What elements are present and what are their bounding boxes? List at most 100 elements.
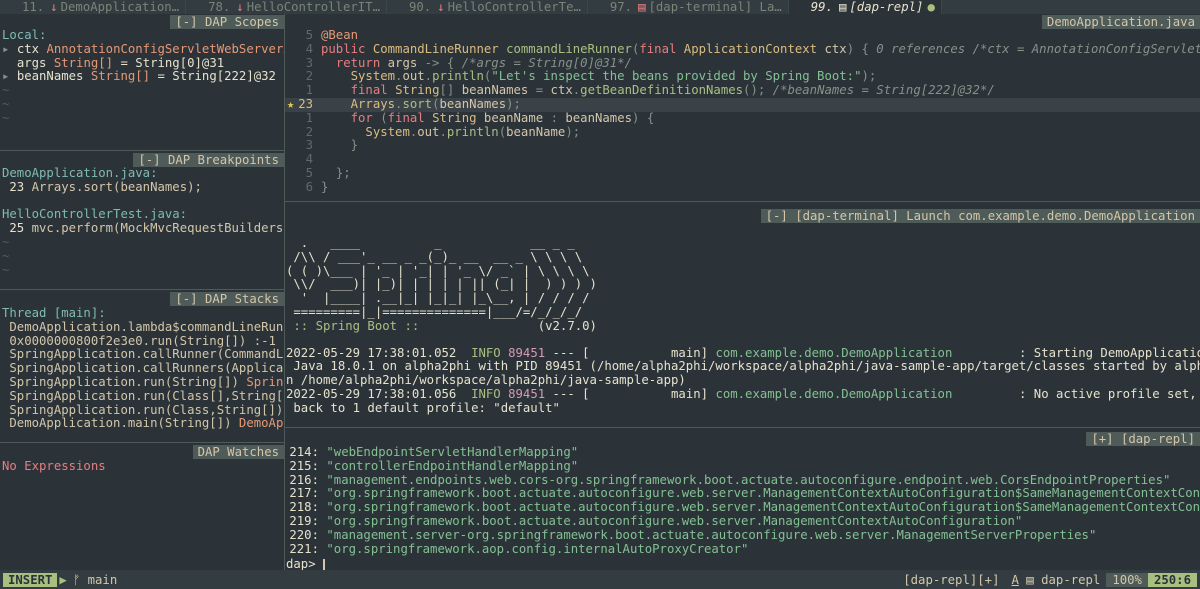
breakpoint-file[interactable]: DemoApplication.java: [2, 167, 284, 181]
tab-number: 97. [609, 0, 633, 14]
code-line[interactable]: 4 public CommandLineRunner commandLineRun… [285, 43, 1200, 57]
stack-frame[interactable]: SpringApplication.run(Class,String[]) S [2, 404, 284, 418]
repl-entry[interactable]: 219: "org.springframework.boot.actuate.a… [285, 515, 1200, 529]
code-line[interactable]: 3 } [285, 139, 1200, 153]
current-line[interactable]: ★ 23 Arrays.sort(beanNames); [285, 97, 1200, 112]
repl-entry[interactable]: 220: "management.server-org.springframew… [285, 529, 1200, 543]
log-timestamp: 2022-05-29 17:38:01.056 [286, 387, 457, 401]
code-line[interactable]: 5 }; [285, 167, 1200, 181]
filetype-icon: A [1011, 572, 1019, 587]
line-number: 1 [305, 84, 313, 98]
breakpoint-file[interactable]: HelloControllerTest.java: [2, 208, 284, 222]
code-line[interactable]: 1 final String[] beanNames = ctx.getBean… [285, 84, 1200, 98]
tab-4[interactable]: 97. ▤ [dap-terminal] La… [588, 0, 789, 14]
line-number: 3 [305, 56, 313, 70]
code-line[interactable]: 2 System.out.println("Let's inspect the … [285, 70, 1200, 84]
dap-terminal-pane[interactable]: [-] [dap-terminal] Launch com.example.de… [285, 203, 1200, 427]
repl-value: "org.springframework.aop.config.internal… [326, 542, 749, 556]
dap-stacks-panel[interactable]: [-] DAP Stacks Thread [main]: DemoApplic… [0, 291, 284, 439]
dap-repl-pane[interactable]: [+] [dap-repl] 214: "webEndpointServletH… [285, 429, 1200, 570]
empty-line-marker: ~ [2, 97, 10, 111]
code-line[interactable]: 6} [285, 181, 1200, 195]
repl-entry[interactable]: 218: "org.springframework.boot.actuate.a… [285, 501, 1200, 515]
log-pid: 89451 [508, 387, 546, 401]
code-line[interactable]: 3 return args -> { /*args = String[0]@31… [285, 57, 1200, 71]
log-message: : No active profile set, falling [1018, 387, 1197, 401]
code-line[interactable]: 2 System.out.println(beanName); [285, 126, 1200, 140]
divider [285, 427, 1200, 428]
filetype-name: dap-repl [1041, 572, 1101, 587]
code-text: } [350, 139, 359, 153]
tab-number: 90. [408, 0, 432, 14]
log-level: INFO [471, 387, 501, 401]
watches-empty-text: No Expressions [2, 460, 106, 473]
stack-frame[interactable]: SpringApplication.run(String[]) SpringA [2, 376, 284, 390]
log-class: com.example.demo.DemoApplication [715, 346, 953, 360]
code-line[interactable]: 5 @Bean [285, 29, 1200, 43]
code-text: return args -> { [335, 56, 455, 70]
file-icon: ▤ [1026, 572, 1034, 587]
dap-scopes-panel[interactable]: [-] DAP Scopes Local: ▸ ctx AnnotationCo… [0, 14, 284, 154]
modified-indicator-icon: ● [927, 0, 935, 14]
breakpoint-entry[interactable]: 25 mvc.perform(MockMvcRequestBuilders.g [2, 222, 284, 236]
virtual-text: /*args = String[0]@31*/ [454, 56, 632, 70]
log-line: 2022-05-29 17:38:01.056 INFO 89451 --- [… [286, 388, 1200, 402]
tab-file-icon: ↓ [50, 0, 58, 14]
empty-line-marker: ~ [2, 249, 10, 263]
repl-entry[interactable]: 217: "org.springframework.boot.actuate.a… [285, 487, 1200, 501]
spring-boot-version-line: :: Spring Boot :: (v2.7.0) [286, 320, 1200, 334]
breakpoint-entry[interactable]: 23 Arrays.sort(beanNames); [2, 181, 284, 195]
breakpoint-code: mvc.perform(MockMvcRequestBuilders.g [31, 222, 284, 236]
virtual-text: /*beanNames = String[222]@32*/ [765, 84, 995, 98]
tab-file-icon: ↓ [437, 0, 445, 14]
scope-variable[interactable]: ▸ beanNames String[] = String[222]@32 [2, 70, 284, 84]
log-continuation: Java 18.0.1 on alpha2phi with PID 89451 … [286, 360, 1200, 374]
tab-number: 11. [22, 0, 45, 14]
line-number: 2 [305, 125, 313, 139]
variable-value: = String[0]@31 [113, 56, 225, 70]
dap-watches-panel[interactable]: DAP Watches No Expressions [0, 444, 284, 570]
code-text: public CommandLineRunner commandLineRunn… [321, 42, 869, 56]
variable-name: ctx [16, 42, 40, 56]
repl-entry[interactable]: 216: "management.endpoints.web.cors-org.… [285, 474, 1200, 488]
scroll-percent: 100% [1106, 572, 1148, 587]
repl-entry[interactable]: 214: "webEndpointServletHandlerMapping" [285, 446, 1200, 460]
tab-5[interactable]: 99. ▤ [dap-repl] ● [788, 0, 942, 14]
repl-prompt-line[interactable]: dap> [286, 558, 326, 570]
tab-1[interactable]: 11. ↓ DemoApplication… [0, 0, 187, 14]
log-line: n /home/alpha2phi/workspace/alpha2phi/ja… [286, 374, 1200, 388]
repl-index: 218: [289, 501, 319, 515]
code-text: Arrays.sort(beanNames); [350, 97, 521, 111]
line-number: 5 [305, 166, 313, 180]
banner-line: /\\ / ___'_ __ _ _(_)_ __ __ _ \ \ \ \ [286, 250, 583, 264]
empty-line-marker: ~ [2, 111, 10, 125]
stack-frame[interactable]: DemoApplication.main(String[]) DemoAppl [2, 417, 284, 431]
empty-line-marker: ~ [2, 235, 10, 249]
tab-3[interactable]: 90. ↓ HelloControllerTe… [387, 0, 588, 14]
scope-variable[interactable]: ▸ ctx AnnotationConfigServletWebServerA [2, 43, 284, 57]
dap-scopes-title: [-] DAP Scopes [170, 15, 284, 29]
stack-frame[interactable]: SpringApplication.callRunners(Applicati [2, 362, 284, 376]
stack-frame[interactable]: SpringApplication.run(Class[],String[]) [2, 390, 284, 404]
tab-number: 99. [810, 0, 833, 14]
editor-pane[interactable]: DemoApplication.java 5 @Bean 4 public Comma… [285, 14, 1200, 200]
spring-boot-version: (v2.7.0) [426, 319, 597, 333]
code-text: for (final String beanName : beanNames) … [350, 111, 655, 125]
statusline: INSERT ▶ ᚠ main [dap-repl][+] A ▤ dap-re… [0, 570, 1200, 589]
breakpoint-line-number: 25 [9, 222, 25, 236]
code-line[interactable]: 1 for (final String beanName : beanNames… [285, 112, 1200, 126]
repl-entry[interactable]: 215: "controllerEndpointHandlerMapping" [285, 460, 1200, 474]
frame-name: SpringApplication.callRunners(Applicati [9, 362, 284, 376]
filetype: A ▤ dap-repl [1005, 573, 1106, 587]
dap-breakpoints-panel[interactable]: [-] DAP Breakpoints DemoApplication.java… [0, 152, 284, 290]
stack-frame[interactable]: 0x0000000800f2e3e0.run(String[]) :-1 [2, 335, 284, 349]
repl-value: "org.springframework.boot.actuate.autoco… [326, 514, 1023, 528]
line-number: 5 [305, 29, 313, 42]
dap-stacks-title: [-] DAP Stacks [170, 292, 284, 306]
code-line[interactable]: 4 [285, 153, 1200, 167]
stack-frame[interactable]: DemoApplication.lambda$commandLineRunne [2, 321, 284, 335]
tab-2[interactable]: 78. ↓ HelloControllerIT… [186, 0, 387, 14]
scope-variable[interactable]: args String[] = String[0]@31 [2, 57, 284, 71]
repl-entry[interactable]: 221: "org.springframework.aop.config.int… [285, 543, 1200, 557]
stack-frame[interactable]: SpringApplication.callRunner(CommandLin [2, 348, 284, 362]
